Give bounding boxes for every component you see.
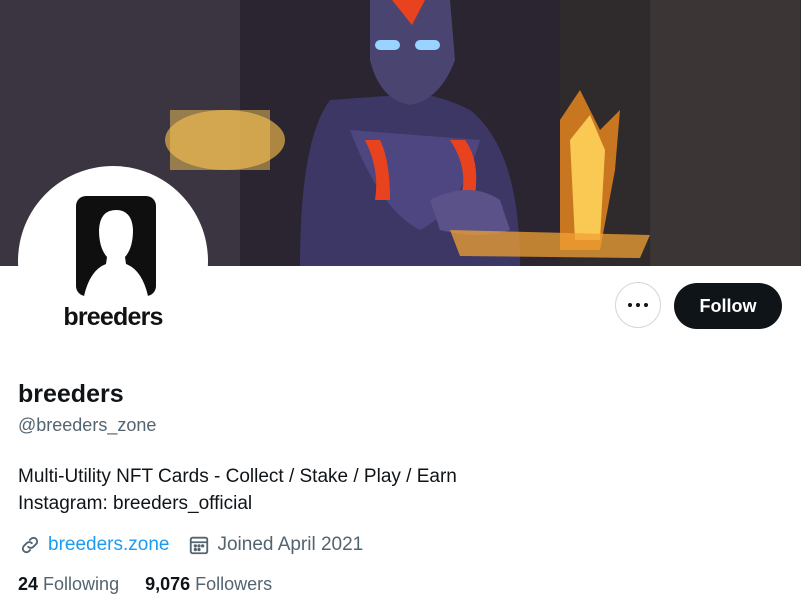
following-label: Following <box>43 574 120 594</box>
link-icon <box>18 533 42 557</box>
follow-button[interactable]: Follow <box>674 283 782 329</box>
website-link[interactable]: breeders.zone <box>48 534 169 556</box>
bio-line-1: Multi-Utility NFT Cards - Collect / Stak… <box>18 466 457 487</box>
profile-bio: Multi-Utility NFT Cards - Collect / Stak… <box>18 463 457 517</box>
followers-count: 9,076 <box>145 574 191 594</box>
profile-meta: breeders.zone Joined April 2021 <box>18 533 363 557</box>
following-count: 24 <box>18 574 39 594</box>
more-horizontal-icon <box>628 303 632 307</box>
joined-date: Joined April 2021 <box>217 534 364 555</box>
profile-avatar[interactable]: breeders <box>18 166 208 356</box>
followers-stat[interactable]: 9,076 Followers <box>145 574 272 595</box>
following-stat[interactable]: 24 Following <box>18 574 119 595</box>
display-name: breeders <box>18 380 124 408</box>
bio-line-2: Instagram: breeders_official <box>18 493 253 514</box>
calendar-icon <box>187 533 211 557</box>
followers-label: Followers <box>195 574 273 594</box>
more-options-button[interactable] <box>615 282 661 328</box>
follow-stats: 24 Following 9,076 Followers <box>18 574 298 595</box>
avatar-wordmark: breeders <box>63 303 163 331</box>
user-handle: @breeders_zone <box>18 415 157 435</box>
silhouette-logo-icon <box>76 196 156 296</box>
